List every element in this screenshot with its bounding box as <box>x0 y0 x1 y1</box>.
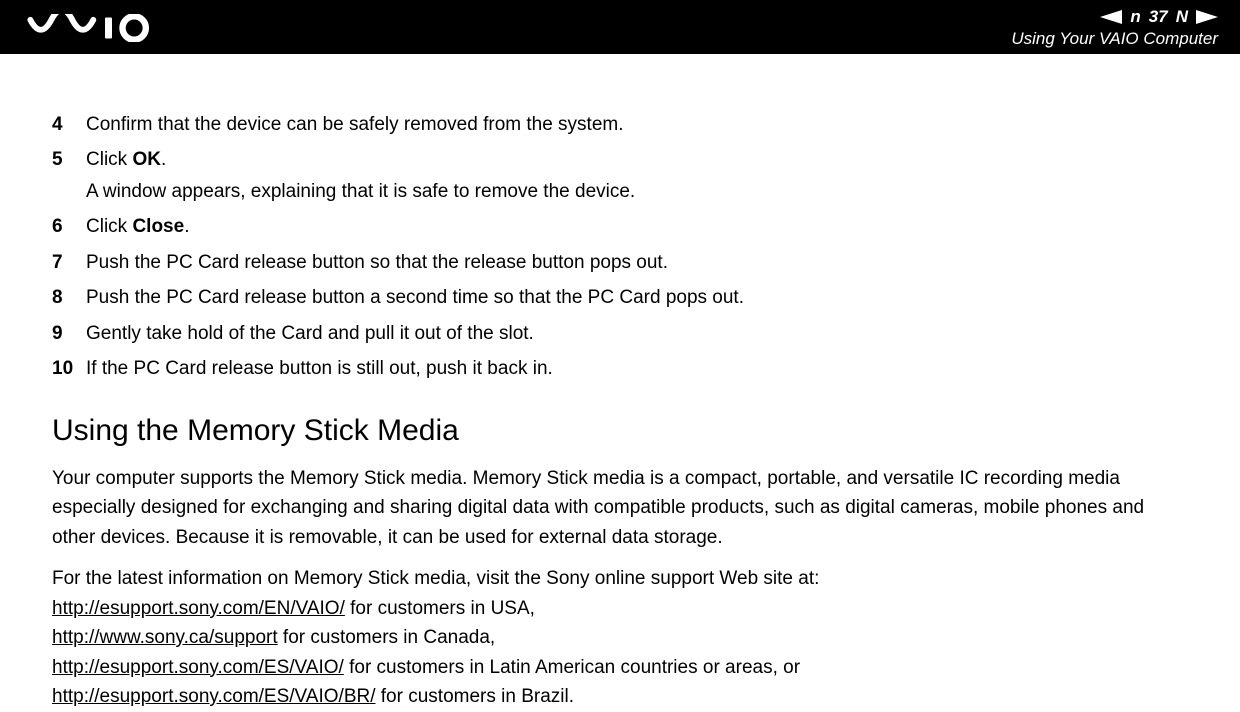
next-page-arrow-icon[interactable] <box>1196 10 1218 24</box>
link-line: http://www.sony.ca/support for customers… <box>52 623 1188 652</box>
page-header: n 37 N Using Your VAIO Computer <box>0 0 1240 54</box>
header-right: n 37 N Using Your VAIO Computer <box>1011 6 1220 50</box>
step-text: Click Close. <box>86 212 1188 241</box>
link-line: http://esupport.sony.com/EN/VAIO/ for cu… <box>52 594 1188 623</box>
nav-n-right: N <box>1176 6 1188 28</box>
section-heading: Using the Memory Stick Media <box>52 408 1188 455</box>
step-text: If the PC Card release button is still o… <box>86 354 1188 383</box>
nav-n-left: n <box>1130 6 1140 28</box>
step-row: 8 Push the PC Card release button a seco… <box>52 283 1188 312</box>
step-text: Push the PC Card release button so that … <box>86 248 1188 277</box>
step-number: 10 <box>52 354 86 383</box>
link-line: http://esupport.sony.com/ES/VAIO/BR/ for… <box>52 682 1188 711</box>
step-row: 6 Click Close. <box>52 212 1188 241</box>
links-intro: For the latest information on Memory Sti… <box>52 564 1188 593</box>
support-link-latam[interactable]: http://esupport.sony.com/ES/VAIO/ <box>52 657 344 678</box>
step-number: 4 <box>52 110 86 139</box>
step-number: 8 <box>52 283 86 312</box>
vaio-logo-svg <box>20 14 190 42</box>
step-row: 7 Push the PC Card release button so tha… <box>52 248 1188 277</box>
step-number: 7 <box>52 248 86 277</box>
prev-page-arrow-icon[interactable] <box>1100 10 1122 24</box>
step-row: 5 Click OK. <box>52 145 1188 174</box>
page-content: 4 Confirm that the device can be safely … <box>0 54 1240 712</box>
step-number: 9 <box>52 319 86 348</box>
step-text: Click OK. <box>86 145 1188 174</box>
step-row: 10 If the PC Card release button is stil… <box>52 354 1188 383</box>
support-link-canada[interactable]: http://www.sony.ca/support <box>52 627 278 648</box>
step-row: 4 Confirm that the device can be safely … <box>52 110 1188 139</box>
step-number: 5 <box>52 145 86 174</box>
step-row: 9 Gently take hold of the Card and pull … <box>52 319 1188 348</box>
support-link-usa[interactable]: http://esupport.sony.com/EN/VAIO/ <box>52 598 345 619</box>
link-line: http://esupport.sony.com/ES/VAIO/ for cu… <box>52 653 1188 682</box>
header-section-title: Using Your VAIO Computer <box>1011 28 1218 50</box>
step-number: 6 <box>52 212 86 241</box>
step-text: Push the PC Card release button a second… <box>86 283 1188 312</box>
vaio-logo <box>20 14 190 42</box>
step-text: Gently take hold of the Card and pull it… <box>86 319 1188 348</box>
section-paragraph: Your computer supports the Memory Stick … <box>52 464 1188 552</box>
step-text: Confirm that the device can be safely re… <box>86 110 1188 139</box>
step-subtext: A window appears, explaining that it is … <box>86 177 1188 206</box>
support-link-brazil[interactable]: http://esupport.sony.com/ES/VAIO/BR/ <box>52 686 376 707</box>
page-number: 37 <box>1149 6 1168 28</box>
